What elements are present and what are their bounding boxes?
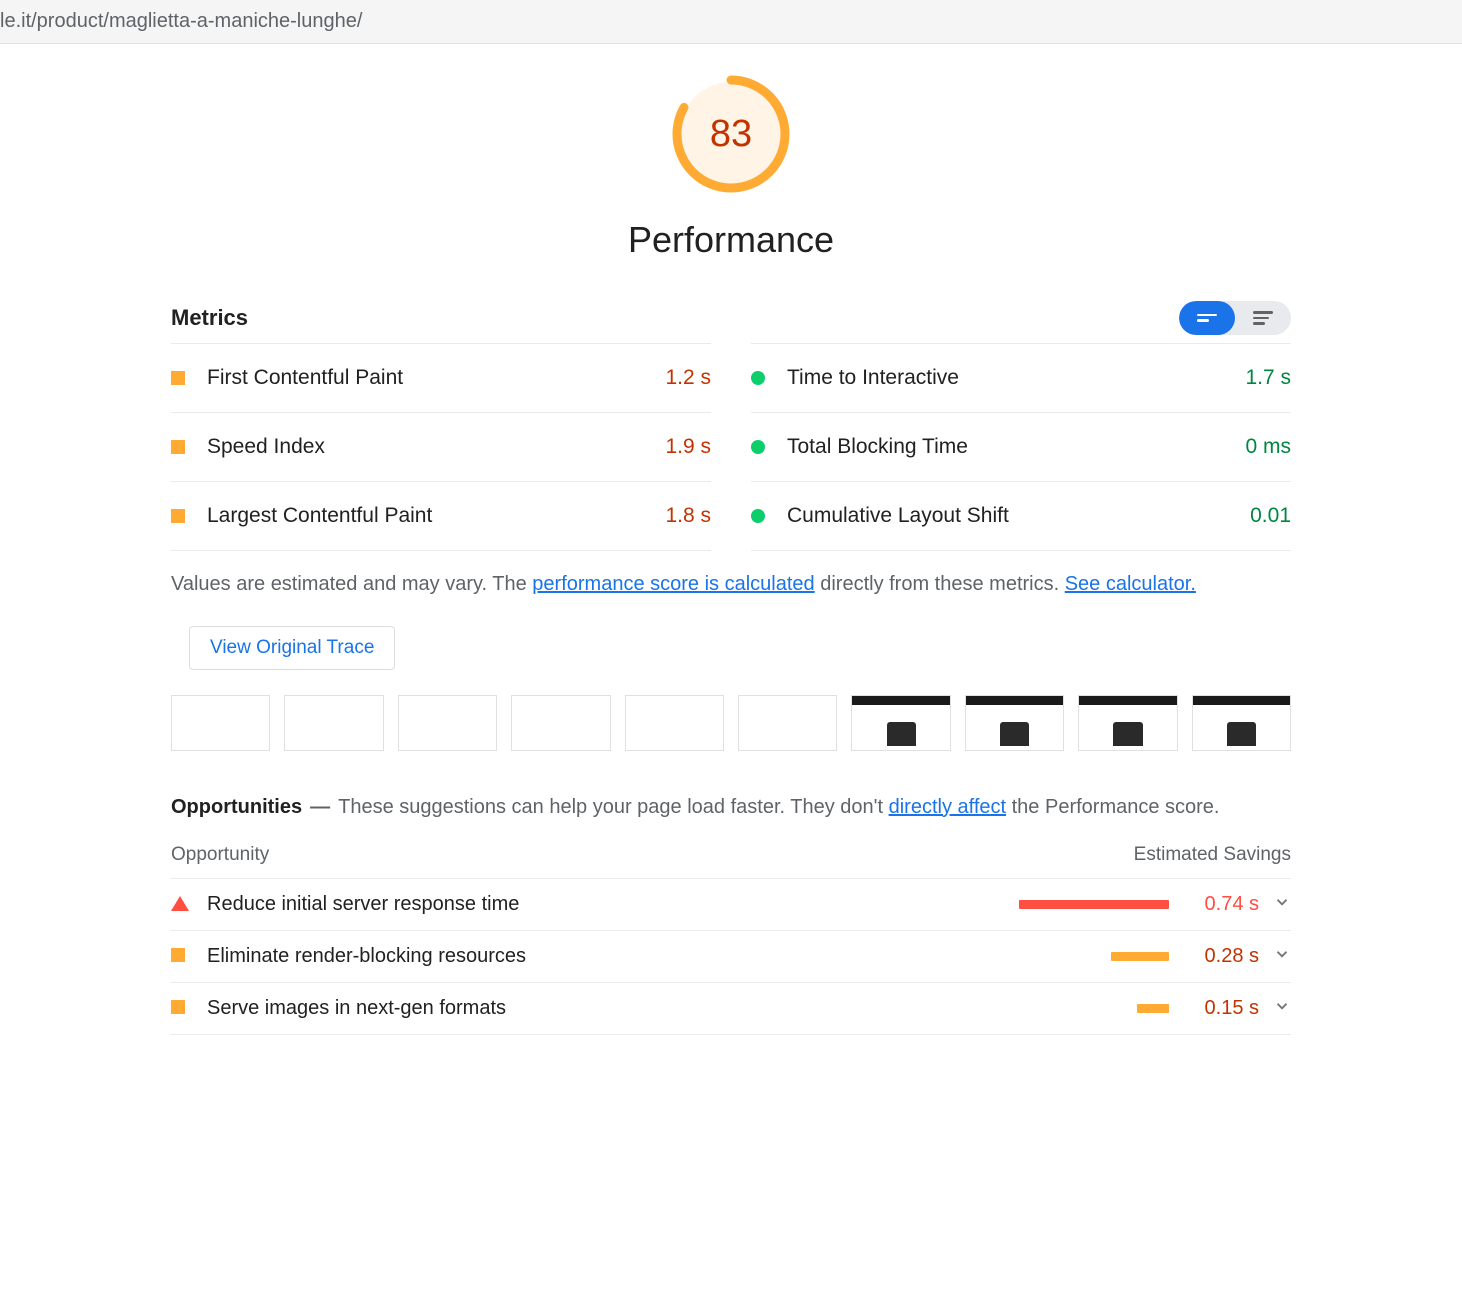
circle-icon xyxy=(751,371,765,385)
square-icon xyxy=(171,440,185,454)
filmstrip-frame[interactable] xyxy=(1192,695,1291,751)
triangle-icon xyxy=(171,896,187,912)
metric-name: Speed Index xyxy=(207,435,665,459)
performance-gauge: 83 xyxy=(671,74,791,194)
square-icon xyxy=(171,1000,187,1016)
filmstrip-frame[interactable] xyxy=(625,695,724,751)
filmstrip-frame[interactable] xyxy=(511,695,610,751)
opportunity-row[interactable]: Serve images in next-gen formats 0.15 s xyxy=(171,982,1291,1035)
metric-row[interactable]: Time to Interactive1.7 s xyxy=(751,343,1291,412)
opportunities-heading: Opportunities—These suggestions can help… xyxy=(171,796,1291,819)
opportunity-name: Reduce initial server response time xyxy=(207,893,909,916)
score-calc-link[interactable]: performance score is calculated xyxy=(532,573,814,595)
performance-score: 83 xyxy=(671,74,791,194)
square-icon xyxy=(171,371,185,385)
view-trace-button[interactable]: View Original Trace xyxy=(189,626,395,670)
savings-value: 0.15 s xyxy=(1187,997,1259,1020)
performance-title: Performance xyxy=(628,219,834,261)
metric-value: 1.2 s xyxy=(665,366,711,390)
filmstrip-frame[interactable] xyxy=(398,695,497,751)
metric-row[interactable]: Total Blocking Time0 ms xyxy=(751,412,1291,481)
metric-name: Total Blocking Time xyxy=(787,435,1245,459)
view-expanded-button[interactable] xyxy=(1235,301,1291,335)
metric-row[interactable]: Speed Index1.9 s xyxy=(171,412,711,481)
opportunity-col-header: Opportunity xyxy=(171,844,269,866)
metric-value: 1.8 s xyxy=(665,504,711,528)
estimate-note: Values are estimated and may vary. The p… xyxy=(171,573,1291,596)
view-toggle xyxy=(1179,301,1291,335)
url-bar: le.it/product/maglietta-a-maniche-lunghe… xyxy=(0,0,1462,44)
chevron-down-icon[interactable] xyxy=(1273,945,1291,968)
filmstrip-frame[interactable] xyxy=(171,695,270,751)
directly-affect-link[interactable]: directly affect xyxy=(889,796,1006,818)
opportunity-row[interactable]: Eliminate render-blocking resources 0.28 … xyxy=(171,930,1291,982)
metrics-heading: Metrics xyxy=(171,305,248,331)
filmstrip-frame[interactable] xyxy=(284,695,383,751)
view-compact-button[interactable] xyxy=(1179,301,1235,335)
savings-value: 0.28 s xyxy=(1187,945,1259,968)
savings-value: 0.74 s xyxy=(1187,893,1259,916)
metric-name: First Contentful Paint xyxy=(207,366,665,390)
metric-name: Cumulative Layout Shift xyxy=(787,504,1250,528)
circle-icon xyxy=(751,440,765,454)
savings-bar xyxy=(909,1004,1169,1013)
chevron-down-icon[interactable] xyxy=(1273,893,1291,916)
metric-value: 0.01 xyxy=(1250,504,1291,528)
metric-value: 0 ms xyxy=(1245,435,1291,459)
metric-name: Time to Interactive xyxy=(787,366,1245,390)
metric-name: Largest Contentful Paint xyxy=(207,504,665,528)
opportunity-name: Serve images in next-gen formats xyxy=(207,997,909,1020)
filmstrip xyxy=(171,695,1291,751)
metric-row[interactable]: Largest Contentful Paint1.8 s xyxy=(171,481,711,551)
circle-icon xyxy=(751,509,765,523)
opportunity-row[interactable]: Reduce initial server response time 0.74 … xyxy=(171,878,1291,930)
filmstrip-frame[interactable] xyxy=(738,695,837,751)
savings-col-header: Estimated Savings xyxy=(1134,844,1291,866)
square-icon xyxy=(171,509,185,523)
metric-row[interactable]: Cumulative Layout Shift0.01 xyxy=(751,481,1291,551)
calculator-link[interactable]: See calculator. xyxy=(1065,573,1196,595)
square-icon xyxy=(171,948,187,964)
metric-value: 1.9 s xyxy=(665,435,711,459)
savings-bar xyxy=(909,900,1169,909)
filmstrip-frame[interactable] xyxy=(851,695,950,751)
filmstrip-frame[interactable] xyxy=(965,695,1064,751)
metric-value: 1.7 s xyxy=(1245,366,1291,390)
filmstrip-frame[interactable] xyxy=(1078,695,1177,751)
metric-row[interactable]: First Contentful Paint1.2 s xyxy=(171,343,711,412)
chevron-down-icon[interactable] xyxy=(1273,997,1291,1020)
savings-bar xyxy=(909,952,1169,961)
opportunity-name: Eliminate render-blocking resources xyxy=(207,945,909,968)
